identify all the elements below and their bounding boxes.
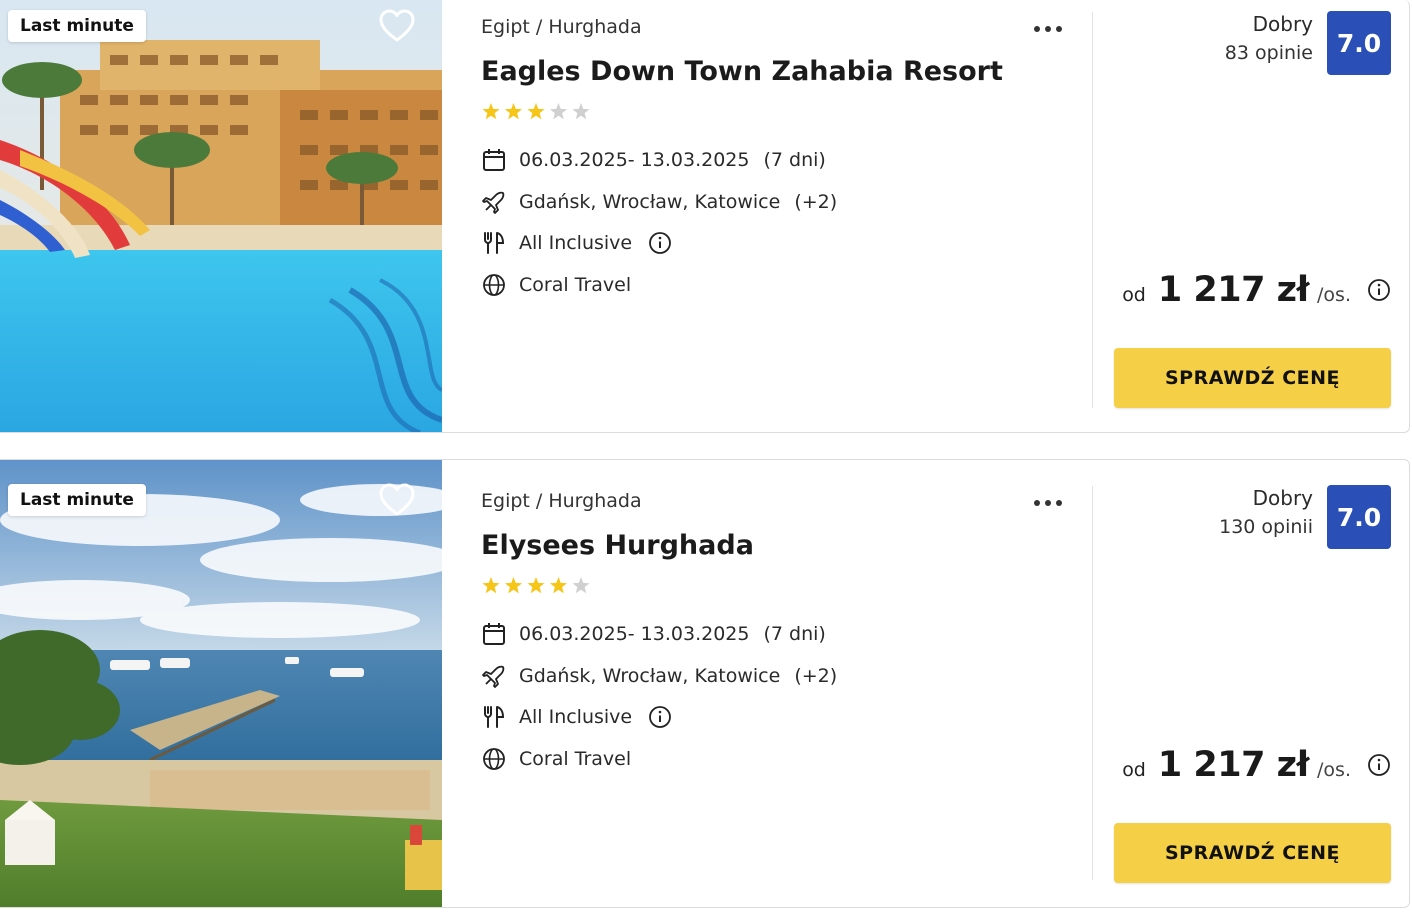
favorite-heart-icon[interactable] [378,482,416,518]
review-summary[interactable]: Dobry 130 opinii [1219,486,1313,538]
review-count[interactable]: 83 opinie [1225,42,1313,64]
dates-text: 06.03.2025- 13.03.2025 [519,149,750,171]
operator-row: Coral Travel [481,270,631,300]
star-filled-icon [549,577,568,594]
globe-icon [483,748,505,770]
breadcrumb[interactable]: Egipt / Hurghada [481,490,642,512]
cutlery-icon [484,232,505,254]
hotel-title[interactable]: Elysees Hurghada [481,530,754,561]
price-info-icon[interactable] [1367,753,1391,777]
offer-card[interactable]: Last minute Egipt / Hurghada Elysees Hur… [0,459,1410,908]
globe-icon [483,274,505,296]
check-price-button[interactable]: SPRAWDŹ CENĘ [1114,823,1391,883]
price-block: od 1 217 zł /os. [1122,270,1391,310]
tour-operator: Coral Travel [519,748,632,770]
breadcrumb[interactable]: Egipt / Hurghada [481,16,642,38]
dates-text: 06.03.2025- 13.03.2025 [519,623,750,645]
price-amount: 1 217 zł [1157,270,1310,310]
price-prefix: od [1122,759,1146,781]
check-price-button[interactable]: SPRAWDŹ CENĘ [1114,348,1391,408]
calendar-icon [483,149,505,171]
airplane-icon [482,191,505,214]
hotel-photo[interactable] [0,460,442,907]
score-badge: 7.0 [1327,11,1391,75]
rating-label: Dobry [1252,12,1313,36]
hotel-photo[interactable] [0,0,442,432]
price-amount: 1 217 zł [1157,745,1310,785]
star-filled-icon [504,577,523,594]
duration-text: (7 dni) [763,149,826,171]
divider [1092,486,1093,880]
more-departures-link[interactable]: (+2) [794,191,837,213]
divider [1092,12,1093,408]
board-type: All Inclusive [519,706,633,728]
offer-card[interactable]: Last minute Egipt / Hurghada Eagles Down… [0,0,1410,433]
duration-text: (7 dni) [763,623,826,645]
price-info-icon[interactable] [1367,278,1391,302]
star-filled-icon [504,103,523,120]
hotel-title[interactable]: Eagles Down Town Zahabia Resort [481,56,1003,87]
departure-cities: Gdańsk, Wrocław, Katowice [519,191,781,213]
review-count[interactable]: 130 opinii [1219,516,1313,538]
price-block: od 1 217 zł /os. [1122,745,1391,785]
star-filled-icon [482,577,500,594]
tour-operator: Coral Travel [519,274,632,296]
star-filled-icon [527,103,545,120]
favorite-heart-icon[interactable] [378,8,416,44]
price-suffix: /os. [1317,759,1351,781]
more-options-icon[interactable] [1031,14,1067,44]
departure-row: Gdańsk, Wrocław, Katowice (+2) [481,661,837,691]
review-summary[interactable]: Dobry 83 opinie [1225,12,1313,64]
star-empty-icon [549,103,568,120]
departure-row: Gdańsk, Wrocław, Katowice (+2) [481,187,837,217]
last-minute-badge: Last minute [8,10,146,42]
more-departures-link[interactable]: (+2) [794,665,837,687]
board-type: All Inclusive [519,232,633,254]
cutlery-icon [484,706,505,728]
operator-row: Coral Travel [481,744,631,774]
airplane-icon [482,665,505,688]
star-empty-icon [572,103,590,120]
star-filled-icon [527,577,545,594]
star-empty-icon [572,577,590,594]
score-badge: 7.0 [1327,485,1391,549]
board-row: All Inclusive [481,228,672,258]
star-filled-icon [482,103,500,120]
info-icon[interactable] [648,231,672,255]
dates-row: 06.03.2025- 13.03.2025 (7 dni) [481,145,826,175]
star-rating [481,576,601,596]
departure-cities: Gdańsk, Wrocław, Katowice [519,665,781,687]
star-rating [481,102,601,122]
rating-label: Dobry [1252,486,1313,510]
last-minute-badge: Last minute [8,484,146,516]
price-prefix: od [1122,284,1146,306]
price-suffix: /os. [1317,284,1351,306]
calendar-icon [483,623,505,645]
dates-row: 06.03.2025- 13.03.2025 (7 dni) [481,619,826,649]
info-icon[interactable] [648,705,672,729]
more-options-icon[interactable] [1031,488,1067,518]
board-row: All Inclusive [481,702,672,732]
